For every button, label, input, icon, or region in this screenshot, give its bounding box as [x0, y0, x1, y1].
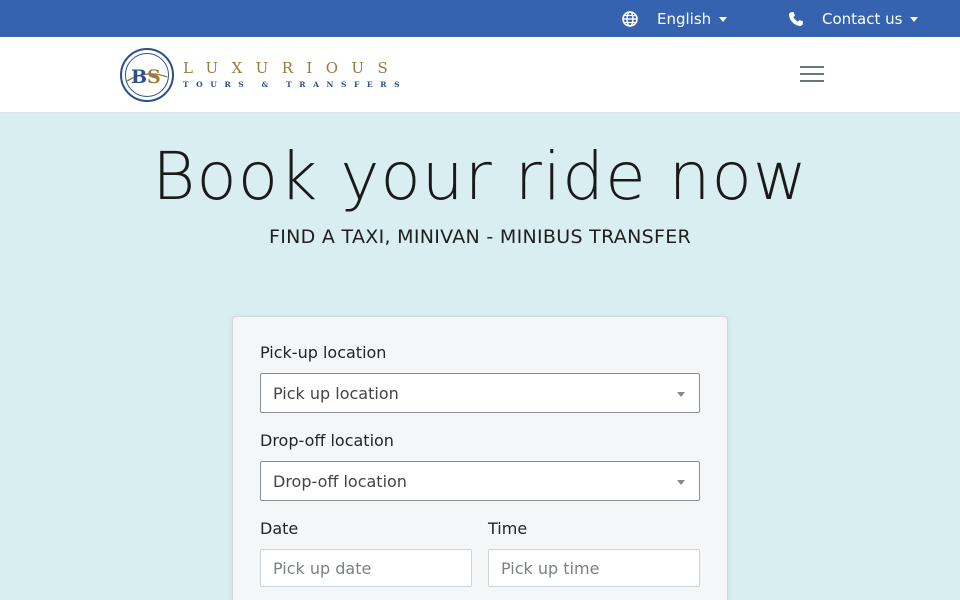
svg-text:S: S	[147, 66, 161, 88]
page-subtitle: FIND A TAXI, MINIVAN - MINIBUS TRANSFER	[268, 226, 692, 248]
pickup-label: Pick-up location	[260, 343, 387, 362]
date-label: Date	[260, 519, 299, 538]
language-label: English	[657, 9, 712, 28]
logo-wordmark: LUXURIOUS	[183, 59, 402, 77]
logo-emblem-icon: B S	[120, 48, 174, 102]
chevron-down-icon	[910, 17, 919, 22]
booking-form: Pick-up location Pick up location Drop-o…	[232, 316, 728, 600]
chevron-down-icon	[677, 392, 685, 397]
dropoff-label: Drop-off location	[260, 431, 394, 450]
navbar: B S LUXURIOUS TOURS & TRANSFERS	[0, 37, 960, 113]
time-label: Time	[488, 519, 528, 538]
contact-label: Contact us	[822, 9, 903, 28]
svg-text:B: B	[131, 66, 147, 88]
dropoff-selected-value: Drop-off location	[273, 471, 407, 491]
page-title: Book your ride now	[152, 138, 808, 215]
chevron-down-icon	[719, 17, 728, 22]
logo-tagline: TOURS & TRANSFERS	[183, 80, 408, 89]
pickup-time-input[interactable]	[488, 549, 700, 587]
top-bar: English Contact us	[0, 0, 960, 37]
pickup-location-select[interactable]: Pick up location	[260, 373, 700, 413]
pickup-selected-value: Pick up location	[273, 383, 399, 403]
hamburger-menu-icon[interactable]	[798, 62, 826, 86]
chevron-down-icon	[677, 480, 685, 485]
phone-icon	[788, 11, 804, 27]
language-dropdown[interactable]: English	[622, 0, 728, 37]
brand-logo[interactable]: B S LUXURIOUS TOURS & TRANSFERS	[119, 47, 407, 103]
pickup-date-input[interactable]	[260, 549, 472, 587]
contact-dropdown[interactable]: Contact us	[788, 0, 919, 37]
dropoff-location-select[interactable]: Drop-off location	[260, 461, 700, 501]
globe-icon	[622, 10, 638, 27]
